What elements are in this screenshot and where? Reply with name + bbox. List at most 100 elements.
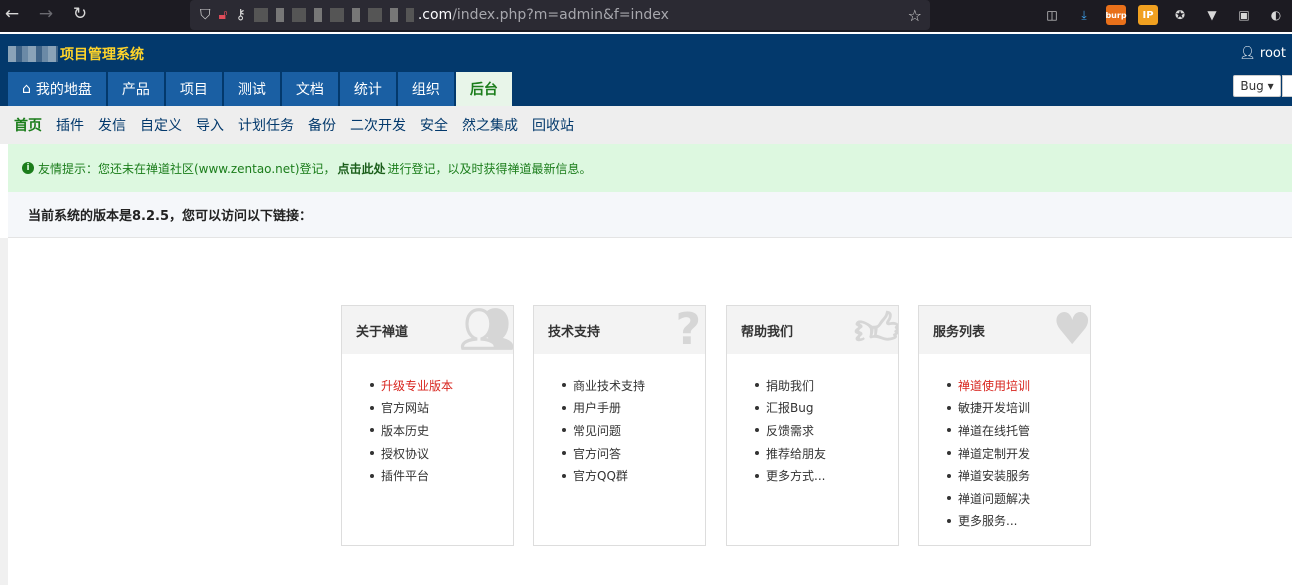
list-item[interactable]: 官方网站 — [370, 397, 513, 420]
pocket-icon[interactable]: ◫ — [1042, 5, 1062, 25]
user-icon: 👤︎ — [1239, 46, 1256, 61]
list-item[interactable]: 捐助我们 — [755, 374, 898, 397]
link-list: 禅道使用培训 敏捷开发培训 禅道在线托管 禅道定制开发 禅道安装服务 禅道问题解… — [919, 354, 1090, 532]
notice-banner: i 友情提示：您还未在禅道社区(www.zentao.net)登记， 点击此处 … — [8, 144, 1292, 192]
browser-toolbar: ← → ↻ ⛉ 🔓︎ ⚷ .com/index.php?m=admin&f=in… — [0, 0, 1292, 32]
nav-tab-project[interactable]: 项目 — [165, 72, 222, 106]
link-list: 捐助我们 汇报Bug 反馈需求 推荐给朋友 更多方式... — [727, 354, 898, 487]
nav-tab-my[interactable]: ⌂ 我的地盘 — [8, 72, 106, 106]
bookmark-star-icon[interactable]: ☆ — [908, 6, 922, 25]
nav-tab-product[interactable]: 产品 — [107, 72, 164, 106]
search-type-select[interactable]: Bug ▾ — [1233, 75, 1281, 97]
shield-icon[interactable]: ⛉ — [200, 7, 211, 23]
subnav-item-mail[interactable]: 发信 — [98, 115, 126, 135]
nav-tab-report[interactable]: 统计 — [339, 72, 396, 106]
list-item[interactable]: 常见问题 — [562, 419, 705, 442]
panel-title: 服务列表 — [933, 324, 986, 340]
user-name: root — [1259, 46, 1286, 61]
panel-help-us: 帮助我们 👍︎ 捐助我们 汇报Bug 反馈需求 推荐给朋友 更多方式... — [726, 305, 899, 546]
thumbs-up-icon: 👍︎ — [854, 306, 898, 354]
notice-prefix: 友情提示：您还未在禅道社区(www.zentao.net)登记， — [38, 161, 336, 176]
nav-tab-admin[interactable]: 后台 — [455, 72, 512, 106]
panel-header: 技术支持 ? — [534, 306, 705, 354]
left-gutter — [0, 238, 8, 585]
panel-header: 服务列表 ♥ — [919, 306, 1090, 354]
list-item[interactable]: 版本历史 — [370, 419, 513, 442]
list-item[interactable]: 汇报Bug — [755, 397, 898, 420]
main-nav: ⌂ 我的地盘 产品 项目 测试 文档 统计 组织 后台 — [8, 72, 512, 106]
list-item[interactable]: 禅道定制开发 — [947, 442, 1090, 465]
z-icon[interactable]: ▣ — [1234, 5, 1254, 25]
forward-arrow-icon[interactable]: → — [34, 4, 58, 24]
list-item[interactable]: 禅道安装服务 — [947, 464, 1090, 487]
question-icon: ? — [675, 306, 701, 354]
subnav-item-extension[interactable]: 插件 — [56, 115, 84, 135]
version-text: 当前系统的版本是8.2.5，您可以访问以下链接： — [8, 192, 1292, 238]
list-item[interactable]: 推荐给朋友 — [755, 442, 898, 465]
list-item[interactable]: 官方QQ群 — [562, 464, 705, 487]
url-path: /index.php?m=admin&f=index — [452, 7, 669, 23]
search-input[interactable] — [1282, 75, 1292, 97]
list-item[interactable]: 更多服务... — [947, 510, 1090, 533]
panel-title: 帮助我们 — [741, 324, 794, 340]
home-icon: ⌂ — [22, 81, 31, 97]
list-item[interactable]: 禅道使用培训 — [947, 374, 1090, 397]
subnav-item-trash[interactable]: 回收站 — [532, 115, 574, 135]
list-item[interactable]: 商业技术支持 — [562, 374, 705, 397]
download-icon[interactable]: ⤓ — [1074, 5, 1094, 25]
nav-tab-qa[interactable]: 测试 — [223, 72, 280, 106]
list-item[interactable]: 禅道在线托管 — [947, 419, 1090, 442]
info-icon: i — [22, 162, 34, 174]
extension-bar: ◫ ⤓ burp IP ✪ ▼ ▣ ◐ — [1042, 5, 1286, 25]
list-item[interactable]: 官方问答 — [562, 442, 705, 465]
list-item[interactable]: 授权协议 — [370, 442, 513, 465]
users-icon: 👥︎ — [459, 306, 513, 354]
panel-support: 技术支持 ? 商业技术支持 用户手册 常见问题 官方问答 官方QQ群 — [533, 305, 706, 546]
address-bar[interactable]: ⛉ 🔓︎ ⚷ .com/index.php?m=admin&f=index ☆ — [190, 0, 930, 30]
lock-warning-icon[interactable]: 🔓︎ — [219, 7, 228, 23]
subnav-item-dev[interactable]: 二次开发 — [350, 115, 406, 135]
burp-icon[interactable]: burp — [1105, 5, 1127, 25]
list-item[interactable]: 禅道问题解决 — [947, 487, 1090, 510]
notice-suffix: 进行登记，以及时获得禅道最新信息。 — [387, 161, 592, 176]
register-link[interactable]: 点击此处 — [338, 160, 386, 177]
cookie-icon[interactable]: ✪ — [1170, 5, 1190, 25]
panel-header: 帮助我们 👍︎ — [727, 306, 898, 354]
brand[interactable]: 项目管理系统 — [8, 44, 144, 64]
subnav-item-home[interactable]: 首页 — [14, 115, 42, 135]
list-item[interactable]: 反馈需求 — [755, 419, 898, 442]
nav-tab-doc[interactable]: 文档 — [281, 72, 338, 106]
user-menu[interactable]: 👤︎ root — [1239, 46, 1286, 61]
panel-title: 技术支持 — [548, 324, 601, 340]
reload-icon[interactable]: ↻ — [68, 4, 92, 24]
link-list: 商业技术支持 用户手册 常见问题 官方问答 官方QQ群 — [534, 354, 705, 487]
key-icon[interactable]: ⚷ — [236, 7, 246, 23]
sub-nav: 首页 插件 发信 自定义 导入 计划任务 备份 二次开发 安全 然之集成 回收站 — [0, 106, 1292, 144]
list-item[interactable]: 更多方式... — [755, 464, 898, 487]
back-arrow-icon[interactable]: ← — [0, 4, 24, 24]
panel-about: 关于禅道 👥︎ 升级专业版本 官方网站 版本历史 授权协议 插件平台 — [341, 305, 514, 546]
vue-icon[interactable]: ▼ — [1202, 5, 1222, 25]
subnav-item-backup[interactable]: 备份 — [308, 115, 336, 135]
ip-icon[interactable]: IP — [1138, 5, 1158, 25]
subnav-item-cron[interactable]: 计划任务 — [238, 115, 294, 135]
nav-tab-company[interactable]: 组织 — [397, 72, 454, 106]
list-item[interactable]: 升级专业版本 — [370, 374, 513, 397]
subnav-item-security[interactable]: 安全 — [420, 115, 448, 135]
heart-icon: ♥ — [1052, 306, 1090, 354]
brand-logo — [8, 46, 58, 62]
list-item[interactable]: 用户手册 — [562, 397, 705, 420]
panel-title: 关于禅道 — [356, 324, 409, 340]
subnav-item-custom[interactable]: 自定义 — [140, 115, 182, 135]
list-item[interactable]: 插件平台 — [370, 464, 513, 487]
panel-header: 关于禅道 👥︎ — [342, 306, 513, 354]
list-item[interactable]: 敏捷开发培训 — [947, 397, 1090, 420]
url-host: .com — [417, 7, 453, 23]
subnav-item-ranzhi[interactable]: 然之集成 — [462, 115, 518, 135]
brand-title: 项目管理系统 — [60, 47, 144, 63]
redacted-host — [253, 8, 414, 22]
panel-services: 服务列表 ♥ 禅道使用培训 敏捷开发培训 禅道在线托管 禅道定制开发 禅道安装服… — [918, 305, 1091, 546]
subnav-item-import[interactable]: 导入 — [196, 115, 224, 135]
link-list: 升级专业版本 官方网站 版本历史 授权协议 插件平台 — [342, 354, 513, 487]
o-icon[interactable]: ◐ — [1266, 5, 1286, 25]
